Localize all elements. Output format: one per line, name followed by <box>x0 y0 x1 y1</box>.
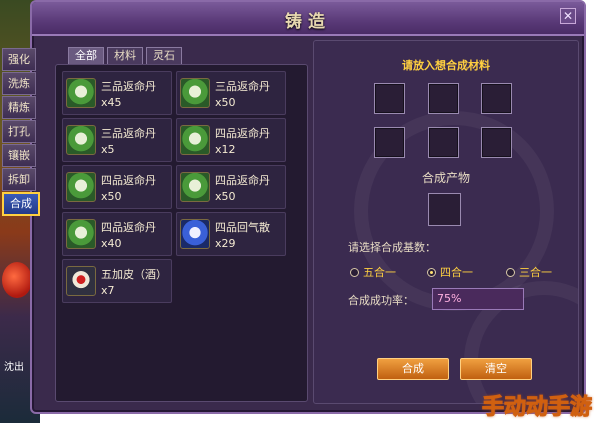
output-slot[interactable] <box>428 193 461 226</box>
side-tab-wash[interactable]: 洗炼 <box>2 72 36 95</box>
radio-selected-icon <box>427 267 436 277</box>
item-quantity: x45 <box>101 96 122 109</box>
inventory-panel: 三品返命丹 x45 三品返命丹 x50 三品返命丹 x5 四品返命丹 x12 四… <box>55 64 308 402</box>
material-slot[interactable] <box>428 83 459 114</box>
green-pouch-icon <box>180 78 210 108</box>
item-quantity: x12 <box>215 143 236 156</box>
item-quantity: x7 <box>101 284 115 297</box>
tab-all[interactable]: 全部 <box>68 47 104 65</box>
side-tab-remove[interactable]: 拆卸 <box>2 168 36 191</box>
inventory-item[interactable]: 四品返命丹 x40 <box>62 212 172 256</box>
clear-button[interactable]: 清空 <box>460 358 532 380</box>
lantern-icon <box>2 262 32 298</box>
close-icon[interactable]: ✕ <box>560 8 576 24</box>
inventory-item[interactable]: 四品回气散 x29 <box>176 212 286 256</box>
radio-icon <box>350 267 359 277</box>
side-tab-punch[interactable]: 打孔 <box>2 120 36 143</box>
material-slot[interactable] <box>428 127 459 158</box>
option-four-to-one[interactable]: 四合一 <box>427 264 473 280</box>
green-pouch-icon <box>66 125 96 155</box>
option-three-to-one[interactable]: 三合一 <box>506 264 552 280</box>
title-bar[interactable]: 铸造 ✕ <box>32 2 584 36</box>
item-quantity: x29 <box>215 237 236 250</box>
item-name: 四品返命丹 <box>215 127 270 140</box>
inventory-item[interactable]: 三品返命丹 x50 <box>176 71 286 115</box>
item-name: 三品返命丹 <box>215 80 270 93</box>
item-name: 四品返命丹 <box>215 174 270 187</box>
category-tabs: 全部 材料 灵石 <box>68 47 182 65</box>
item-quantity: x50 <box>215 96 236 109</box>
item-quantity: x40 <box>101 237 122 250</box>
green-pouch-icon <box>180 172 210 202</box>
material-slot[interactable] <box>374 127 405 158</box>
side-tab-list: 强化 洗炼 精炼 打孔 镶嵌 拆卸 合成 <box>2 48 42 217</box>
radio-icon <box>506 267 515 277</box>
watermark: 手动动手游 <box>481 395 592 421</box>
synthesis-panel: 请放入想合成材料 合成产物 请选择合成基数： 五合一 四合一 三合一 合成成功率… <box>313 40 579 404</box>
green-pouch-icon <box>180 125 210 155</box>
inventory-item[interactable]: 三品返命丹 x5 <box>62 118 172 162</box>
base-prompt: 请选择合成基数： <box>348 241 436 254</box>
item-name: 三品返命丹 <box>101 80 156 93</box>
side-tab-refine[interactable]: 精炼 <box>2 96 36 119</box>
wine-bottle-icon <box>66 266 96 296</box>
scene-text: 沈出 <box>4 362 24 373</box>
green-pouch-icon <box>66 219 96 249</box>
green-pouch-icon <box>66 172 96 202</box>
option-label: 五合一 <box>363 266 396 279</box>
option-label: 四合一 <box>440 266 473 279</box>
material-slot[interactable] <box>481 127 512 158</box>
item-name: 四品返命丹 <box>101 174 156 187</box>
inventory-item[interactable]: 三品返命丹 x45 <box>62 71 172 115</box>
side-tab-inlay[interactable]: 镶嵌 <box>2 144 36 167</box>
side-tab-strengthen[interactable]: 强化 <box>2 48 36 71</box>
item-name: 三品返命丹 <box>101 127 156 140</box>
inventory-item[interactable]: 四品返命丹 x12 <box>176 118 286 162</box>
input-prompt: 请放入想合成材料 <box>402 59 490 72</box>
tab-spirit-stones[interactable]: 灵石 <box>146 47 182 65</box>
rate-label: 合成成功率： <box>348 294 414 307</box>
item-quantity: x5 <box>101 143 115 156</box>
side-tab-synthesize[interactable]: 合成 <box>2 192 40 216</box>
option-label: 三合一 <box>519 266 552 279</box>
inventory-item[interactable]: 四品返命丹 x50 <box>176 165 286 209</box>
success-rate-value: 75% <box>432 288 524 310</box>
window-title: 铸造 <box>285 12 331 32</box>
inventory-item[interactable]: 五加皮（酒） x7 <box>62 259 172 303</box>
output-label: 合成产物 <box>421 171 470 185</box>
item-name: 四品返命丹 <box>101 221 156 234</box>
blue-pouch-icon <box>180 219 210 249</box>
option-five-to-one[interactable]: 五合一 <box>350 264 396 280</box>
synthesize-button[interactable]: 合成 <box>377 358 449 380</box>
green-pouch-icon <box>66 78 96 108</box>
inventory-item[interactable]: 四品返命丹 x50 <box>62 165 172 209</box>
tab-materials[interactable]: 材料 <box>107 47 143 65</box>
item-quantity: x50 <box>215 190 236 203</box>
material-slot[interactable] <box>374 83 405 114</box>
item-name: 五加皮（酒） <box>101 268 167 281</box>
material-slot[interactable] <box>481 83 512 114</box>
item-quantity: x50 <box>101 190 122 203</box>
item-name: 四品回气散 <box>215 221 270 234</box>
